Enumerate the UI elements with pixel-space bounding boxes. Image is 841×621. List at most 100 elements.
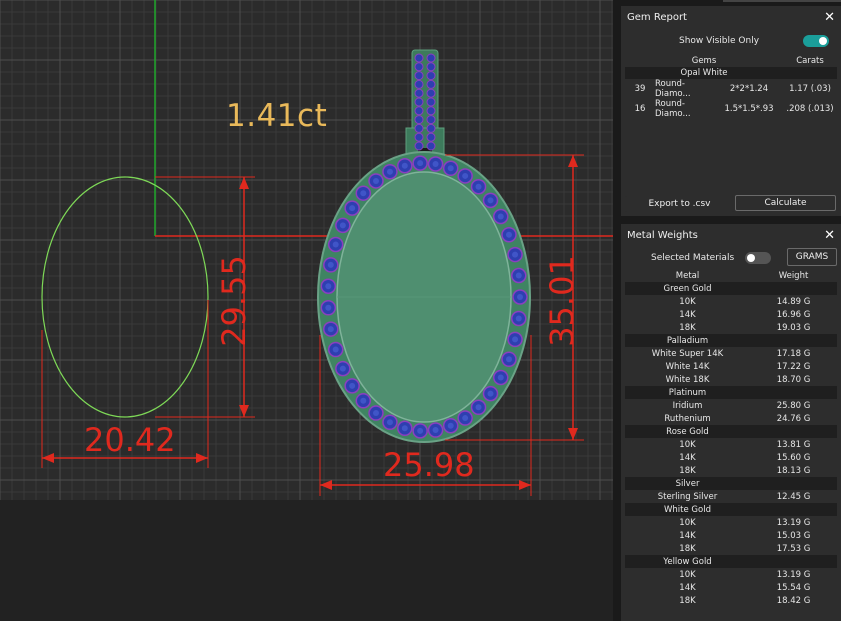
bail-gem — [414, 79, 424, 89]
metal-row[interactable]: 14K 16.96 G — [625, 308, 837, 321]
pendant-gem-facet — [462, 415, 469, 422]
close-icon[interactable]: ✕ — [824, 10, 835, 25]
calculate-button[interactable]: Calculate — [735, 195, 836, 211]
show-visible-label: Show Visible Only — [679, 36, 760, 46]
metal-weight: 13.81 G — [776, 439, 811, 450]
metal-row[interactable]: 10K 13.81 G — [625, 438, 837, 451]
metal-group-label: Rose Gold — [625, 425, 750, 438]
metal-row[interactable]: Sterling Silver 12.45 G — [625, 490, 837, 503]
metal-row[interactable]: 14K 15.60 G — [625, 451, 837, 464]
metal-name: 10K — [679, 569, 696, 580]
sidebar-top-strip — [723, 0, 841, 2]
dimension-width-right: 25.98 — [383, 446, 475, 484]
bail-gem — [414, 132, 424, 142]
metal-row[interactable]: 10K 13.19 G — [625, 516, 837, 529]
metal-name: Ruthenium — [664, 413, 711, 424]
gem-name: Round-Diamo... — [655, 79, 691, 99]
toggle-knob — [819, 37, 827, 45]
metal-group-row: White Gold — [625, 503, 837, 516]
3d-viewport[interactable]: 1.41ct 20.42 25.98 29.55 35.01 — [0, 0, 613, 500]
pendant-gem-facet — [332, 241, 339, 248]
pendant-gem-facet — [512, 251, 519, 258]
metal-row[interactable]: Ruthenium 24.76 G — [625, 412, 837, 425]
metal-group-blank — [750, 386, 837, 399]
metal-weight: 18.42 G — [776, 595, 811, 606]
export-csv-button[interactable]: Export to .csv — [625, 196, 734, 212]
metal-weight: 13.19 G — [776, 517, 811, 528]
gem-count: 16 — [634, 104, 646, 114]
metal-group-label: Platinum — [625, 386, 750, 399]
metal-weight: 24.76 G — [776, 413, 811, 424]
metal-weight: 15.54 G — [776, 582, 811, 593]
bail-gem — [426, 123, 436, 133]
metal-column-header: Metal — [675, 271, 700, 281]
pendant-gem-facet — [327, 261, 334, 268]
metal-row[interactable]: 14K 15.54 G — [625, 581, 837, 594]
metal-row[interactable]: White Super 14K 17.18 G — [625, 347, 837, 360]
toggle-knob — [747, 254, 755, 262]
gem-report-panel: Gem Report ✕ Show Visible Only Gems Cara… — [621, 6, 841, 216]
pendant-gem-facet — [475, 183, 482, 190]
close-icon[interactable]: ✕ — [824, 228, 835, 243]
bail-gem — [414, 123, 424, 133]
metal-row[interactable]: 10K 14.89 G — [625, 295, 837, 308]
pendant-gem-facet — [462, 172, 469, 179]
gem-group-blank — [783, 67, 837, 79]
metal-group-row: Silver — [625, 477, 837, 490]
metal-name: 10K — [679, 296, 696, 307]
dimension-height-right-wrap: 35.01 — [538, 252, 581, 347]
bail-gem — [414, 115, 424, 125]
bail-gem — [426, 141, 436, 151]
metal-name: White 18K — [665, 374, 710, 385]
metal-row[interactable]: 14K 15.03 G — [625, 529, 837, 542]
gem-count: 39 — [634, 84, 646, 94]
metal-name: 18K — [679, 465, 696, 476]
metal-weight: 12.45 G — [776, 491, 811, 502]
pendant-gem-facet — [497, 213, 504, 220]
pendant-gem-facet — [417, 160, 424, 167]
metal-row[interactable]: 18K 18.42 G — [625, 594, 837, 607]
metal-group-row: Platinum — [625, 386, 837, 399]
bail-gem — [426, 106, 436, 116]
pendant-gem-facet — [417, 427, 424, 434]
metal-name: White 14K — [665, 361, 710, 372]
metal-group-blank — [750, 503, 837, 516]
bail-gem — [414, 97, 424, 107]
metal-name: 18K — [679, 322, 696, 333]
pendant-gem-facet — [349, 382, 356, 389]
pendant-gem-facet — [325, 304, 332, 311]
show-visible-row: Show Visible Only — [621, 34, 841, 48]
gem-size: 2*2*1.24 — [729, 84, 769, 94]
metal-weight: 15.60 G — [776, 452, 811, 463]
pendant-gem-facet — [487, 390, 494, 397]
metal-row[interactable]: 18K 19.03 G — [625, 321, 837, 334]
metal-group-row: Green Gold — [625, 282, 837, 295]
gem-report-title: Gem Report — [627, 11, 687, 23]
show-visible-toggle[interactable] — [803, 35, 829, 47]
metal-row[interactable]: Iridium 25.80 G — [625, 399, 837, 412]
metal-weight: 17.22 G — [776, 361, 811, 372]
metal-row[interactable]: 18K 18.13 G — [625, 464, 837, 477]
gem-group-row: Opal White — [625, 67, 837, 79]
pendant-gem-facet — [349, 205, 356, 212]
pendant-gem-facet — [432, 427, 439, 434]
pendant-gem-facet — [517, 294, 523, 300]
pendant-gem-facet — [339, 222, 346, 229]
bail-gem — [426, 115, 436, 125]
gem-row[interactable]: 16 Round-Diamo... 1.5*1.5*.93 .208 (.013) — [625, 99, 837, 119]
gem-carats: .208 (.013) — [786, 104, 834, 114]
metal-weights-header: Metal Weights ✕ — [621, 224, 841, 246]
gem-carats: 1.17 (.03) — [789, 84, 831, 94]
metal-group-blank — [750, 555, 837, 568]
metal-row[interactable]: 18K 17.53 G — [625, 542, 837, 555]
metal-row[interactable]: White 18K 18.70 G — [625, 373, 837, 386]
pendant-gem-facet — [515, 272, 522, 279]
dimension-arrowhead — [320, 480, 332, 490]
metal-weight: 16.96 G — [776, 309, 811, 320]
metal-row[interactable]: White 14K 17.22 G — [625, 360, 837, 373]
metal-group-blank — [750, 334, 837, 347]
metal-row[interactable]: 10K 13.19 G — [625, 568, 837, 581]
units-button[interactable]: GRAMS — [787, 248, 837, 266]
selected-materials-toggle[interactable] — [745, 252, 771, 264]
gem-row[interactable]: 39 Round-Diamo... 2*2*1.24 1.17 (.03) — [625, 79, 837, 99]
